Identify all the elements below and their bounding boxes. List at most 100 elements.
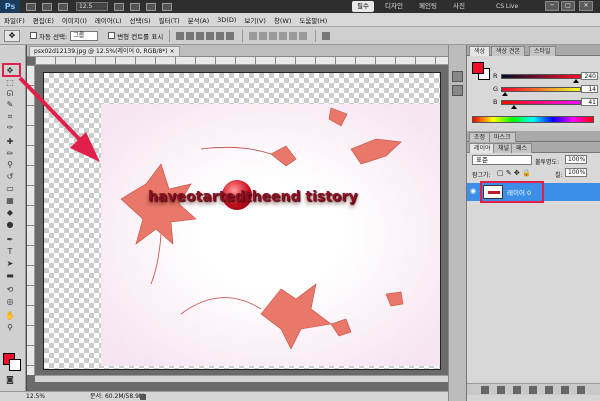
red-channel-value[interactable]: 240	[581, 72, 598, 80]
red-channel-knob[interactable]	[573, 79, 580, 83]
workspace-painting[interactable]: 페인팅	[414, 1, 442, 12]
distribute-bottom-icon[interactable]	[269, 31, 278, 40]
gradient-tool-icon[interactable]: ▦	[4, 196, 16, 205]
distribute-center-icon[interactable]	[259, 31, 268, 40]
tab-color[interactable]: 색상	[469, 46, 491, 56]
screen-mode-icon[interactable]	[162, 2, 172, 11]
workspace-essentials[interactable]: 필수	[352, 1, 374, 12]
minimize-button[interactable]: ─	[545, 1, 559, 11]
eyedropper-tool-icon[interactable]: ✑	[4, 123, 16, 132]
align-top-icon[interactable]	[176, 31, 185, 40]
distribute-top-icon[interactable]	[249, 31, 258, 40]
auto-select-dropdown[interactable]: 그룹	[70, 30, 99, 41]
zoom-tool-icon[interactable]: ⚲	[4, 323, 16, 332]
link-layers-icon[interactable]	[481, 386, 489, 394]
view-extras-icon[interactable]	[58, 2, 68, 11]
maximize-button[interactable]: □	[561, 1, 575, 11]
tab-styles[interactable]: 스타일	[529, 46, 556, 56]
dodge-tool-icon[interactable]: ●	[4, 220, 16, 229]
3d-rotate-tool-icon[interactable]: ⟲	[4, 285, 16, 294]
workspace-design[interactable]: 디자인	[380, 1, 408, 12]
tab-swatches[interactable]: 색상 견본	[491, 46, 525, 56]
menu-filter[interactable]: 필터(T)	[159, 15, 180, 25]
eraser-tool-icon[interactable]: ▭	[4, 184, 16, 193]
close-window-button[interactable]: ✕	[579, 1, 593, 11]
color-spectrum-ramp[interactable]	[472, 116, 594, 123]
vertical-ruler[interactable]	[27, 65, 35, 375]
distribute-hcenter-icon[interactable]	[289, 31, 298, 40]
brush-tool-icon[interactable]: ✏	[4, 149, 16, 158]
document-tab[interactable]: psx02d12139.jpg @ 12.5%(레이어 0, RGB/8*) ×	[29, 46, 180, 57]
green-channel-knob[interactable]	[502, 92, 509, 96]
menu-analysis[interactable]: 분석(A)	[188, 15, 209, 25]
blend-mode-dropdown[interactable]: 표준	[472, 155, 532, 165]
opacity-field[interactable]: 100%	[565, 155, 587, 164]
arrange-documents-icon[interactable]	[146, 2, 156, 11]
blue-channel-value[interactable]: 41	[581, 98, 598, 106]
align-horizontal-center-icon[interactable]	[216, 31, 225, 40]
lock-icons[interactable]: ▢ ✎ ✥ 🔒	[497, 169, 531, 177]
adjustment-layer-icon[interactable]	[529, 386, 537, 394]
red-channel-slider[interactable]: R 240	[493, 72, 599, 83]
mini-bridge-panel-icon[interactable]	[452, 71, 463, 82]
type-tool-icon[interactable]: T	[4, 247, 16, 256]
add-layer-style-icon[interactable]	[497, 386, 505, 394]
close-tab-icon[interactable]: ×	[170, 48, 175, 55]
horizontal-ruler[interactable]	[35, 57, 449, 65]
menu-image[interactable]: 이미지(I)	[62, 15, 87, 25]
new-group-icon[interactable]	[545, 386, 553, 394]
hand-tool-icon[interactable]	[114, 2, 124, 11]
auto-align-layers-icon[interactable]	[322, 31, 331, 40]
quick-mask-icon[interactable]: ◙	[4, 375, 16, 384]
shape-tool-icon[interactable]: ▬	[4, 271, 16, 280]
launch-minibridge-icon[interactable]	[42, 2, 52, 11]
paragraph-panel-icon[interactable]	[452, 85, 463, 96]
menu-file[interactable]: 파일(F)	[4, 15, 25, 25]
launch-bridge-icon[interactable]	[26, 2, 36, 11]
menu-layer[interactable]: 레이어(L)	[95, 15, 122, 25]
status-zoom[interactable]: 12.5%	[26, 392, 45, 401]
workspace-photography[interactable]: 사진	[448, 1, 470, 12]
new-layer-icon[interactable]	[561, 386, 569, 394]
green-channel-bar[interactable]	[501, 87, 581, 92]
green-channel-slider[interactable]: G 14	[493, 85, 599, 96]
tab-layers[interactable]: 레이어	[469, 143, 496, 153]
lasso-tool-icon[interactable]: ᘏ	[4, 89, 16, 98]
blue-channel-slider[interactable]: B 41	[493, 98, 599, 109]
status-menu-arrow-icon[interactable]	[140, 394, 146, 400]
fill-field[interactable]: 100%	[565, 168, 587, 177]
hand-tool-icon[interactable]: ✋	[4, 311, 16, 320]
clone-stamp-tool-icon[interactable]: ⚲	[4, 160, 16, 169]
auto-select-checkbox[interactable]	[30, 32, 37, 39]
red-channel-bar[interactable]	[501, 74, 581, 79]
menu-help[interactable]: 도움말(H)	[299, 15, 327, 25]
quick-select-tool-icon[interactable]: ✎	[4, 100, 16, 109]
crop-tool-icon[interactable]: ⌗	[4, 112, 16, 121]
history-brush-tool-icon[interactable]: ↺	[4, 172, 16, 181]
distribute-left-icon[interactable]	[279, 31, 288, 40]
path-selection-tool-icon[interactable]: ➤	[4, 259, 16, 268]
horizontal-scrollbar[interactable]	[35, 375, 449, 382]
align-bottom-icon[interactable]	[196, 31, 205, 40]
foreground-color-chip[interactable]	[472, 62, 484, 74]
green-channel-value[interactable]: 14	[581, 85, 598, 93]
visibility-eye-icon[interactable]: ◉	[470, 188, 478, 195]
align-vertical-center-icon[interactable]	[186, 31, 195, 40]
align-right-icon[interactable]	[226, 31, 235, 40]
marquee-tool-icon[interactable]: ⬚	[4, 78, 16, 87]
blur-tool-icon[interactable]: ◆	[4, 208, 16, 217]
menu-view[interactable]: 보기(V)	[244, 15, 265, 25]
spot-healing-tool-icon[interactable]: ✚	[4, 137, 16, 146]
cs-live-button[interactable]: CS Live	[496, 1, 538, 12]
3d-orbit-tool-icon[interactable]: ◎	[4, 297, 16, 306]
tab-masks[interactable]: 마스크	[489, 132, 516, 142]
move-tool-preset-icon[interactable]: ✥	[4, 29, 20, 42]
show-transform-controls-checkbox[interactable]	[108, 32, 116, 39]
add-mask-icon[interactable]	[513, 386, 521, 394]
distribute-right-icon[interactable]	[299, 31, 308, 40]
pen-tool-icon[interactable]: ✒	[4, 235, 16, 244]
tab-paths[interactable]: 패스	[511, 143, 533, 153]
background-color-swatch[interactable]	[9, 359, 21, 371]
align-left-icon[interactable]	[206, 31, 215, 40]
menu-select[interactable]: 선택(S)	[130, 15, 151, 25]
